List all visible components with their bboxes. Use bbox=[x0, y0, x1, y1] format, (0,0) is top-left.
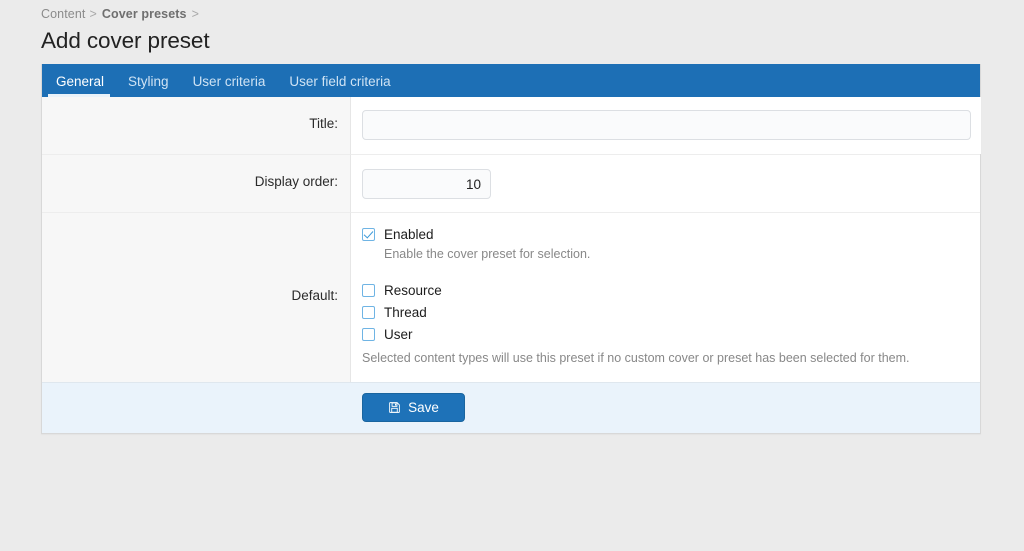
enabled-checkbox-row[interactable]: Enabled bbox=[362, 227, 970, 242]
enabled-checkbox[interactable] bbox=[362, 228, 375, 241]
tab-bar: General Styling User criteria User field… bbox=[42, 64, 980, 97]
thread-checkbox-label: Thread bbox=[384, 305, 427, 320]
title-input[interactable] bbox=[362, 110, 971, 140]
title-label: Title: bbox=[42, 97, 351, 154]
page-title: Add cover preset bbox=[41, 28, 210, 54]
display-order-field-cell bbox=[351, 154, 980, 212]
tab-user-criteria[interactable]: User criteria bbox=[181, 75, 278, 98]
default-option-thread[interactable]: Thread bbox=[362, 305, 970, 320]
breadcrumb-item-cover-presets[interactable]: Cover presets bbox=[102, 7, 187, 21]
default-label: Default: bbox=[42, 212, 351, 382]
user-checkbox-label: User bbox=[384, 327, 413, 342]
default-checkbox-group: Resource Thread User Selected content ty… bbox=[362, 283, 970, 365]
form-card: General Styling User criteria User field… bbox=[41, 64, 981, 434]
title-field-cell bbox=[351, 97, 981, 154]
default-hint: Selected content types will use this pre… bbox=[362, 351, 970, 365]
form-row-default: Default: Enabled Enable the cover preset… bbox=[42, 212, 980, 382]
tab-user-field-criteria[interactable]: User field criteria bbox=[277, 75, 402, 98]
resource-checkbox-label: Resource bbox=[384, 283, 442, 298]
form-body: Title: Display order: Default: Enabl bbox=[42, 97, 980, 382]
page-root: Content>Cover presets> Add cover preset … bbox=[0, 0, 1024, 551]
save-button[interactable]: Save bbox=[362, 393, 465, 422]
form-row-title: Title: bbox=[42, 97, 980, 154]
breadcrumb-item-content[interactable]: Content bbox=[41, 7, 85, 21]
enabled-hint: Enable the cover preset for selection. bbox=[384, 247, 970, 261]
resource-checkbox[interactable] bbox=[362, 284, 375, 297]
tab-styling[interactable]: Styling bbox=[116, 75, 181, 98]
breadcrumb-separator-icon: > bbox=[89, 7, 96, 21]
user-checkbox[interactable] bbox=[362, 328, 375, 341]
save-button-label: Save bbox=[408, 400, 439, 415]
breadcrumb: Content > Cover presets > bbox=[41, 7, 204, 21]
form-row-display-order: Display order: bbox=[42, 154, 980, 212]
display-order-label: Display order: bbox=[42, 154, 351, 212]
default-option-resource[interactable]: Resource bbox=[362, 283, 970, 298]
floppy-disk-icon bbox=[388, 401, 401, 414]
enabled-checkbox-label: Enabled bbox=[384, 227, 434, 242]
form-footer: Save bbox=[42, 382, 980, 433]
tab-general[interactable]: General bbox=[42, 75, 116, 98]
breadcrumb-separator-icon-2: > bbox=[192, 7, 199, 21]
default-field-cell: Enabled Enable the cover preset for sele… bbox=[351, 212, 980, 382]
default-option-user[interactable]: User bbox=[362, 327, 970, 342]
display-order-input[interactable] bbox=[362, 169, 491, 199]
thread-checkbox[interactable] bbox=[362, 306, 375, 319]
